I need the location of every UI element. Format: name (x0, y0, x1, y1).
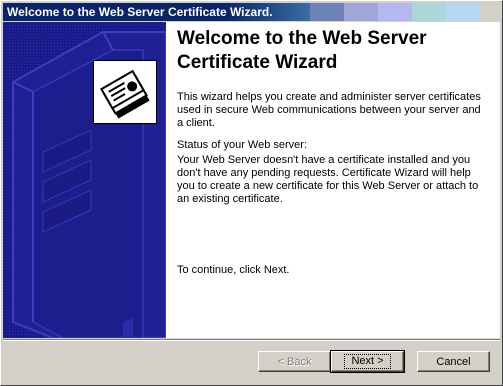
wizard-side-panel (3, 22, 166, 338)
certificate-stack-icon (93, 60, 157, 124)
window-title: Welcome to the Web Server Certificate Wi… (7, 5, 273, 19)
button-separator (3, 339, 500, 341)
title-bar-decoration (310, 3, 500, 21)
wizard-heading: Welcome to the Web Server Certificate Wi… (177, 28, 427, 73)
title-bar[interactable]: Welcome to the Web Server Certificate Wi… (3, 3, 500, 21)
status-label: Status of your Web server: (177, 139, 308, 151)
next-button[interactable]: Next > (330, 350, 405, 373)
wizard-content: Welcome to the Web Server Certificate Wi… (166, 22, 500, 338)
wizard-window: Welcome to the Web Server Certificate Wi… (0, 0, 503, 386)
back-button[interactable]: < Back (258, 351, 331, 372)
cancel-button-label: Cancel (436, 355, 471, 368)
continue-text: To continue, click Next. (177, 264, 290, 276)
status-text: Your Web Server doesn't have a certifica… (177, 154, 479, 205)
next-button-label: Next > (344, 354, 391, 369)
intro-text: This wizard helps you create and adminis… (177, 91, 481, 129)
cancel-button[interactable]: Cancel (417, 351, 490, 372)
back-button-label: < Back (277, 355, 312, 368)
